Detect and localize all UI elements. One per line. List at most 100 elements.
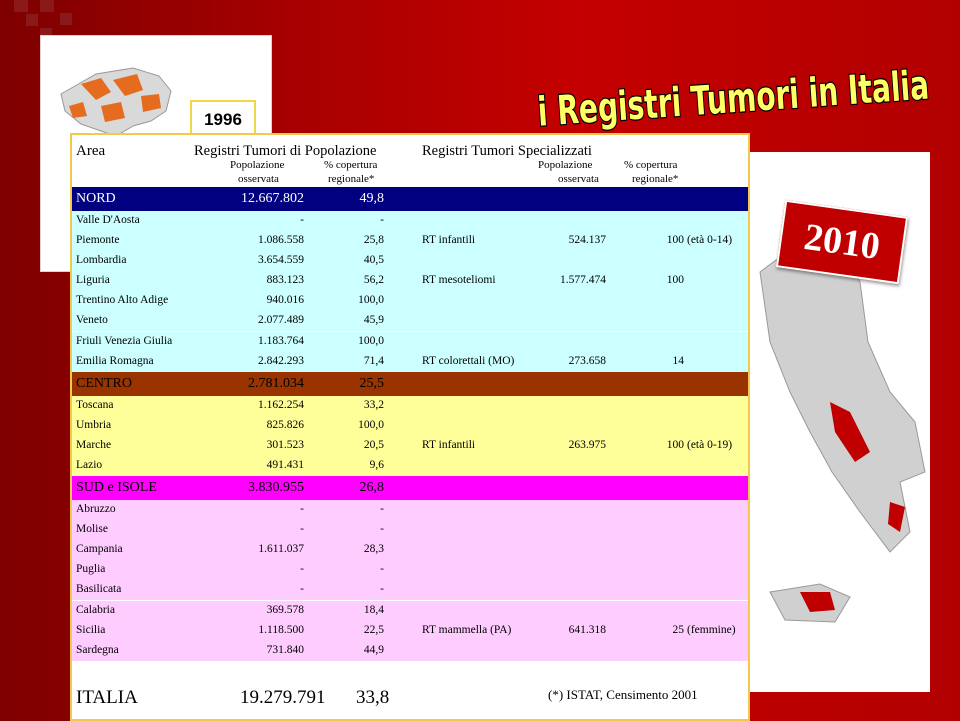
cell-area: NORD: [76, 191, 116, 206]
table-row: Lombardia 3.654.559 40,5: [72, 251, 748, 272]
cell-population: 825.826: [266, 418, 304, 431]
cell-area: Molise: [76, 523, 108, 536]
cell-coverage: 45,9: [363, 314, 384, 327]
cell-area: Marche: [76, 438, 112, 451]
table-row: Lazio 491.431 9,6: [72, 456, 748, 477]
cell-area: Sicilia: [76, 623, 106, 636]
cell-specialized-registry: RT infantili: [422, 234, 476, 246]
registry-table: Area Registri Tumori di Popolazione Regi…: [70, 133, 750, 721]
cell-specialized-coverage: 14: [672, 354, 685, 367]
cell-area: Basilicata: [76, 583, 122, 596]
cell-specialized-registry: RT infantili: [422, 438, 476, 451]
cell-specialized-coverage: 100: [666, 234, 684, 246]
cell-coverage: -: [380, 583, 384, 596]
cell-population: 1.118.500: [258, 623, 304, 636]
cell-population: 731.840: [266, 643, 304, 656]
cell-specialized-note: (femmine): [687, 623, 736, 636]
cell-specialized-population: 641.318: [568, 623, 606, 636]
cell-specialized-registry: RT mammella (PA): [422, 623, 512, 636]
cell-coverage: 26,8: [359, 480, 385, 496]
cell-population: 2.077.489: [258, 314, 304, 327]
decorative-square: [60, 13, 72, 25]
cell-population: -: [300, 583, 304, 596]
cell-coverage: -: [380, 503, 384, 516]
cell-coverage: 33,8: [356, 687, 390, 708]
cell-population: -: [300, 523, 304, 536]
cell-coverage: 25,8: [363, 234, 384, 246]
table-row: Molise - -: [72, 520, 748, 541]
cell-population: -: [300, 503, 304, 516]
cell-area: Puglia: [76, 563, 106, 576]
table-row: Emilia Romagna 2.842.293 71,4 RT colorettal…: [72, 351, 748, 372]
table-section-row: CENTRO 2.781.034 25,5: [72, 371, 748, 396]
cell-coverage: 18,4: [363, 603, 384, 616]
header-coverage: % copertura: [324, 159, 378, 171]
cell-coverage: -: [380, 563, 384, 576]
cell-specialized-population: 273.658: [568, 354, 606, 367]
cell-specialized-coverage: 25: [672, 623, 685, 636]
cell-area: Piemonte: [76, 234, 120, 246]
cell-specialized-note: (età 0-14): [687, 234, 733, 246]
header-pop-observed: Popolazione: [230, 159, 285, 171]
table-row: Marche 301.523 20,5 RT infantili 263.975 100(…: [72, 435, 748, 456]
table-row: Sicilia 1.118.500 22,5 RT mammella (PA) 641.…: [72, 620, 748, 641]
cell-area: Calabria: [76, 603, 115, 616]
cell-population: 19.279.791: [240, 687, 326, 708]
cell-area: Friuli Venezia Giulia: [76, 334, 173, 347]
slide-title-text: i Registri Tumori in Italia: [536, 63, 930, 136]
cell-coverage: 40,5: [363, 254, 384, 267]
cell-coverage: 25,5: [359, 375, 385, 391]
cell-coverage: 33,2: [363, 398, 384, 411]
cell-area: Sardegna: [76, 643, 119, 656]
header-area: Area: [76, 143, 106, 159]
cell-population: 2.842.293: [258, 354, 304, 367]
cell-population: 1.611.037: [258, 543, 304, 556]
cell-area: Umbria: [76, 418, 112, 431]
cell-coverage: 71,4: [363, 354, 384, 367]
cell-population: 1.086.558: [258, 234, 304, 246]
cell-population: 3.654.559: [258, 254, 304, 267]
slide-title: i Registri Tumori in Italia: [535, 61, 932, 137]
footnote: (*) ISTAT, Censimento 2001: [548, 687, 698, 702]
cell-coverage: 20,5: [363, 438, 384, 451]
table-row: Piemonte 1.086.558 25,8 RT infantili 524.137…: [72, 231, 748, 252]
cell-population: 12.667.802: [241, 191, 304, 206]
cell-area: ITALIA: [76, 687, 138, 708]
cell-area: Liguria: [76, 274, 110, 287]
cell-specialized-coverage: 100: [666, 274, 684, 287]
table-row-total: ITALIA 19.279.791 33,8 (*) ISTAT, Censim…: [72, 679, 748, 719]
header-specialized-registries: Registri Tumori Specializzati: [422, 143, 592, 159]
header-population-registries: Registri Tumori di Popolazione: [194, 143, 377, 159]
cell-population: 1.162.254: [258, 398, 304, 411]
table-row: Umbria 825.826 100,0: [72, 415, 748, 436]
decorative-square: [14, 0, 28, 12]
cell-population: 301.523: [266, 438, 304, 451]
cell-specialized-note: (età 0-19): [687, 438, 733, 451]
cell-specialized-population: 1.577.474: [560, 274, 606, 287]
cell-specialized-population: 524.137: [568, 234, 606, 246]
cell-population: -: [300, 563, 304, 576]
cell-area: Abruzzo: [76, 503, 116, 516]
header-pop-observed-2: osservata: [238, 173, 279, 185]
table-row: Toscana 1.162.254 33,2: [72, 395, 748, 416]
table-row: Basilicata - -: [72, 580, 748, 601]
cell-area: Lombardia: [76, 254, 127, 267]
table-section-row: SUD e ISOLE 3.830.955 26,8: [72, 476, 748, 501]
table-row: Valle D'Aosta - -: [72, 211, 748, 231]
header-spec-pop-observed-2: osservata: [558, 173, 599, 185]
table-header: Area Registri Tumori di Popolazione Regi…: [72, 135, 748, 187]
year-2010-label: 2010: [801, 215, 883, 269]
cell-area: Toscana: [76, 398, 114, 411]
cell-coverage: -: [380, 523, 384, 536]
cell-area: Valle D'Aosta: [76, 214, 140, 226]
cell-population: 1.183.764: [258, 334, 304, 347]
header-coverage-2: regionale*: [328, 173, 375, 185]
cell-population: -: [300, 214, 304, 226]
cell-population: 2.781.034: [248, 375, 304, 391]
cell-area: CENTRO: [76, 375, 132, 391]
cell-area: Emilia Romagna: [76, 354, 154, 367]
cell-area: Veneto: [76, 314, 108, 327]
cell-coverage: 100,0: [358, 418, 384, 431]
table-row: Liguria 883.123 56,2 RT mesoteliomi 1.577.47…: [72, 271, 748, 292]
cell-specialized-coverage: 100: [666, 438, 684, 451]
